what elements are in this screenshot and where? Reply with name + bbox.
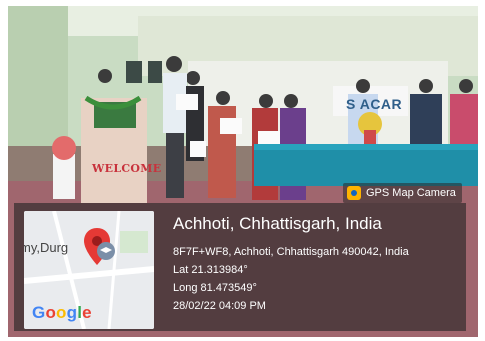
capture-datetime: 28/02/22 04:09 PM <box>173 300 266 312</box>
gps-map-camera-badge: GPS Map Camera <box>343 183 462 203</box>
backdrop-banner-text: S ACAR <box>346 96 403 112</box>
welcome-banner-text: WELCOME <box>92 162 162 175</box>
map-place-label: my,Durg <box>24 240 69 255</box>
gps-map-camera-app-icon <box>347 186 361 200</box>
longitude: Long 81.473549° <box>173 282 257 294</box>
gps-map-camera-label: GPS Map Camera <box>366 187 456 199</box>
location-address: 8F7F+WF8, Achhoti, Chhattisgarh 490042, … <box>173 246 409 258</box>
mini-map: my,Durg Google <box>24 211 154 329</box>
latitude: Lat 21.313984° <box>173 264 248 276</box>
location-info: Achhoti, Chhattisgarh, India 8F7F+WF8, A… <box>173 213 409 315</box>
google-logo: Google <box>32 303 92 322</box>
location-title: Achhoti, Chhattisgarh, India <box>173 214 382 233</box>
screenshot-frame: WELCOME S ACAR GPS Map Camera my,Durg Go… <box>0 0 485 341</box>
school-marker-icon <box>97 242 115 260</box>
